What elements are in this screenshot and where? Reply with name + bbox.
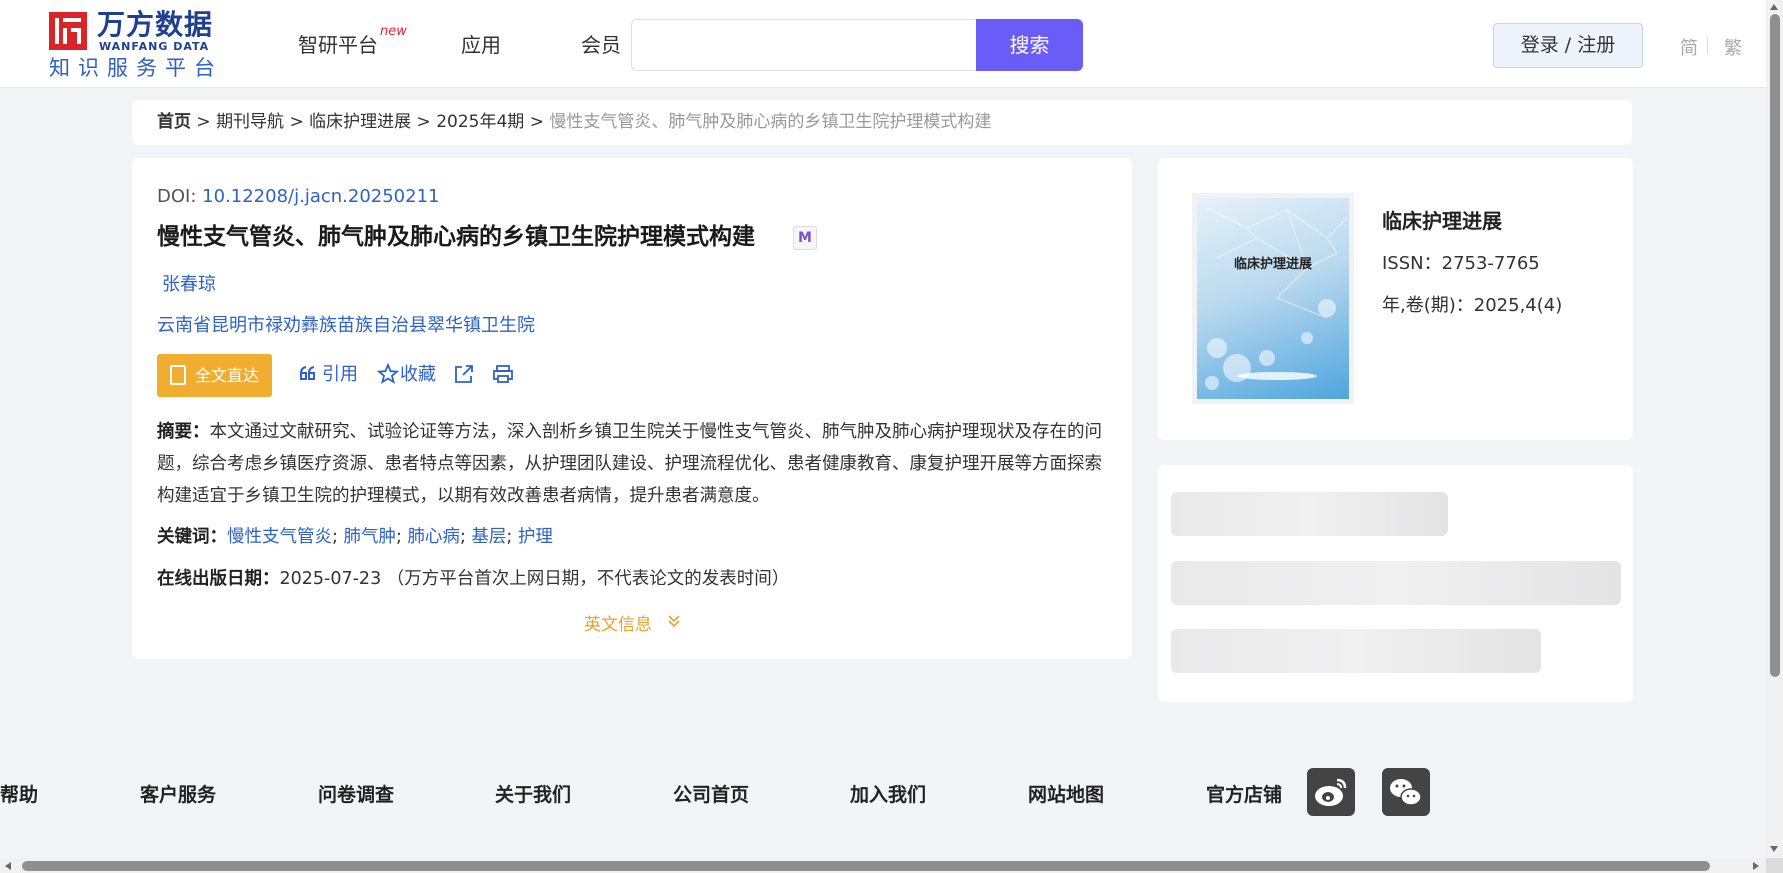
horizontal-scroll-thumb[interactable] <box>22 861 1710 871</box>
doi: DOI: 10.12208/j.jacn.20250211 <box>157 186 440 207</box>
breadcrumb-current: 慢性支气管炎、肺气肿及肺心病的乡镇卫生院护理模式构建 <box>549 112 992 132</box>
article-title: 慢性支气管炎、肺气肿及肺心病的乡镇卫生院护理模式构建 <box>157 224 755 250</box>
wechat-icon[interactable] <box>1382 768 1430 816</box>
nav-apps[interactable]: 应用 <box>461 32 501 58</box>
journal-name[interactable]: 临床护理进展 <box>1382 205 1502 234</box>
abstract-label: 摘要： <box>157 422 210 442</box>
share-icon[interactable] <box>453 363 475 385</box>
scroll-down-icon[interactable] <box>1770 846 1778 852</box>
pubdate-label: 在线出版日期： <box>157 569 280 589</box>
scroll-left-icon[interactable] <box>5 862 11 870</box>
fulltext-label: 全文直达 <box>195 366 260 385</box>
article-card: DOI: 10.12208/j.jacn.20250211 慢性支气管炎、肺气肿… <box>132 158 1132 659</box>
login-register-button[interactable]: 登录 / 注册 <box>1493 23 1643 68</box>
scrollbar-corner <box>1766 858 1783 873</box>
organization-link[interactable]: 云南省昆明市禄劝彝族苗族自治县翠华镇卫生院 <box>157 311 535 337</box>
breadcrumb-sep: > <box>196 112 211 132</box>
keyword-link[interactable]: 肺心病 <box>407 527 460 547</box>
breadcrumb-issue[interactable]: 2025年4期 <box>436 112 524 132</box>
skeleton-line <box>1171 492 1448 536</box>
keyword-link[interactable]: 肺气肿 <box>343 527 396 547</box>
footer-join-us[interactable]: 加入我们 <box>850 780 926 807</box>
footer-survey[interactable]: 问卷调查 <box>318 780 394 807</box>
breadcrumb-sep: > <box>529 112 544 132</box>
author-link[interactable]: 张春琼 <box>162 270 216 296</box>
keywords: 关键词：慢性支气管炎; 肺气肿; 肺心病; 基层; 护理 <box>157 527 553 547</box>
journal-card: 临床护理进展 临床护理进展 ISSN：2753-7765 年,卷(期)：2025… <box>1158 158 1633 440</box>
cite-button[interactable]: 引用 <box>322 363 358 387</box>
breadcrumb: 首页 > 期刊导航 > 临床护理进展 > 2025年4期 > 慢性支气管炎、肺气… <box>132 100 1632 145</box>
abstract-text: 本文通过文献研究、试验论证等方法，深入剖析乡镇卫生院关于慢性支气管炎、肺气肿及肺… <box>157 422 1102 506</box>
search-button[interactable]: 搜索 <box>976 19 1083 71</box>
vertical-scrollbar[interactable] <box>1766 0 1783 858</box>
lang-simplified[interactable]: 简 <box>1680 34 1698 60</box>
journal-issn: ISSN：2753-7765 <box>1382 253 1540 274</box>
logo-subtitle: 知识服务平台 <box>49 56 223 80</box>
footer-customer-service[interactable]: 客户服务 <box>140 780 216 807</box>
print-icon[interactable] <box>492 363 514 385</box>
logo-text-en: WANFANG DATA <box>99 40 210 53</box>
weibo-icon[interactable] <box>1307 768 1355 816</box>
pubdate-value: 2025-07-23 <box>279 569 382 589</box>
pubdate-note: （万方平台首次上网日期，不代表论文的发表时间） <box>386 569 790 589</box>
favorite-button[interactable]: 收藏 <box>400 363 436 387</box>
quote-icon <box>300 366 315 380</box>
m-badge-icon[interactable]: M <box>793 226 817 250</box>
lang-divider <box>1707 36 1708 54</box>
horizontal-scrollbar[interactable] <box>0 858 1766 873</box>
english-info-toggle[interactable]: 英文信息 <box>584 610 652 635</box>
journal-cover[interactable]: 临床护理进展 <box>1192 193 1354 404</box>
keyword-link[interactable]: 基层 <box>471 527 506 547</box>
wanfang-logo[interactable]: 万方数据 WANFANG DATA 知识服务平台 <box>49 10 219 82</box>
top-header: 万方数据 WANFANG DATA 知识服务平台 智研平台 new 应用 会员 … <box>0 0 1766 88</box>
journal-volume: 年,卷(期)：2025,4(4) <box>1382 295 1563 316</box>
footer: 帮助 客户服务 问卷调查 关于我们 公司首页 加入我们 网站地图 官方店铺 <box>0 724 1766 858</box>
footer-sitemap[interactable]: 网站地图 <box>1028 780 1104 807</box>
keyword-link[interactable]: 护理 <box>518 527 553 547</box>
abstract: 摘要：本文通过文献研究、试验论证等方法，深入剖析乡镇卫生院关于慢性支气管炎、肺气… <box>157 416 1112 512</box>
publish-date: 在线出版日期：2025-07-23 （万方平台首次上网日期，不代表论文的发表时间… <box>157 566 789 592</box>
nav-membership[interactable]: 会员 <box>581 32 621 58</box>
scroll-up-icon[interactable] <box>1770 4 1778 10</box>
lang-traditional[interactable]: 繁 <box>1724 34 1742 60</box>
loading-card <box>1158 465 1633 702</box>
fulltext-button[interactable]: 全文直达 <box>157 354 272 397</box>
scroll-right-icon[interactable] <box>1753 862 1759 870</box>
breadcrumb-sep: > <box>416 112 431 132</box>
doi-label: DOI: <box>157 186 197 207</box>
footer-about[interactable]: 关于我们 <box>495 780 571 807</box>
star-icon <box>377 363 399 384</box>
cover-pattern <box>1205 207 1348 390</box>
breadcrumb-home[interactable]: 首页 <box>157 112 191 132</box>
double-chevron-down-icon[interactable] <box>666 613 682 629</box>
footer-help[interactable]: 帮助 <box>0 780 38 807</box>
skeleton-line <box>1171 561 1621 605</box>
doi-link[interactable]: 10.12208/j.jacn.20250211 <box>202 186 439 207</box>
breadcrumb-journal[interactable]: 临床护理进展 <box>309 112 411 132</box>
logo-mark-icon <box>49 12 87 50</box>
keyword-link[interactable]: 慢性支气管炎 <box>227 527 332 547</box>
breadcrumb-journal-nav[interactable]: 期刊导航 <box>216 112 284 132</box>
footer-official-store[interactable]: 官方店铺 <box>1206 780 1282 807</box>
keywords-label: 关键词： <box>157 527 227 547</box>
logo-text-cn: 万方数据 <box>97 8 214 41</box>
search-input[interactable] <box>631 19 977 71</box>
footer-company-home[interactable]: 公司首页 <box>673 780 749 807</box>
nav-zhiyan[interactable]: 智研平台 <box>298 32 378 58</box>
free-doc-icon <box>170 365 186 385</box>
new-badge: new <box>380 24 407 39</box>
breadcrumb-sep: > <box>289 112 304 132</box>
skeleton-line <box>1171 629 1541 673</box>
cover-title: 临床护理进展 <box>1233 257 1312 272</box>
vertical-scroll-thumb[interactable] <box>1770 14 1780 677</box>
